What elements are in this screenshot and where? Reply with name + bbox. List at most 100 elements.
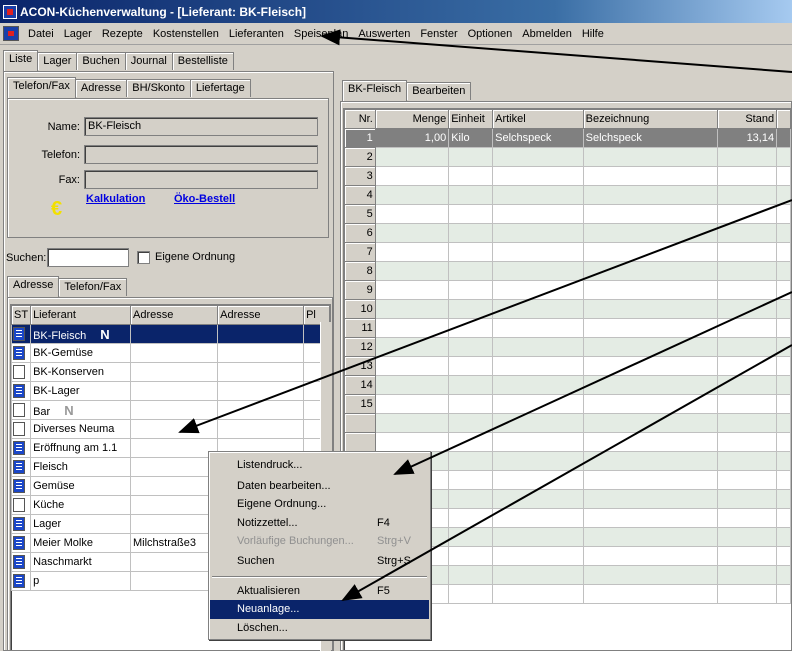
stock-cell[interactable] xyxy=(717,584,778,604)
unit-cell[interactable] xyxy=(448,508,494,528)
article-cell[interactable] xyxy=(492,584,584,604)
menu-abmelden[interactable]: Abmelden xyxy=(517,28,577,40)
menu-item-eigene-ordnung[interactable]: Eigene Ordnung... xyxy=(210,495,429,514)
supplier-name-cell[interactable]: Küche xyxy=(30,495,131,515)
unit-cell[interactable] xyxy=(448,527,494,547)
stock-cell[interactable] xyxy=(717,318,778,338)
address-cell[interactable] xyxy=(129,571,219,591)
address-cell[interactable] xyxy=(129,457,219,477)
unit-cell[interactable] xyxy=(448,299,494,319)
menu-hilfe[interactable]: Hilfe xyxy=(577,28,609,40)
extra-cell[interactable] xyxy=(776,299,791,319)
unit-cell[interactable] xyxy=(448,584,494,604)
table-row[interactable] xyxy=(344,413,791,433)
supplier-name-cell[interactable]: Naschmarkt xyxy=(30,552,131,572)
extra-cell[interactable] xyxy=(776,470,791,490)
article-cell[interactable] xyxy=(492,470,584,490)
quantity-cell[interactable] xyxy=(375,394,450,414)
unit-cell[interactable] xyxy=(448,489,494,509)
unit-cell[interactable] xyxy=(448,565,494,585)
unit-cell[interactable] xyxy=(448,204,494,224)
address-cell[interactable]: Milchstraße3 xyxy=(129,533,219,553)
unit-cell[interactable] xyxy=(448,432,494,452)
quantity-cell[interactable] xyxy=(375,432,450,452)
tab-liste[interactable]: Liste xyxy=(3,50,39,71)
detail-tab-liefertage[interactable]: Liefertage xyxy=(189,79,251,97)
stock-cell[interactable] xyxy=(717,356,778,376)
unit-cell[interactable] xyxy=(448,318,494,338)
description-cell[interactable] xyxy=(583,261,718,281)
supplier-name-cell[interactable]: Gemüse xyxy=(30,476,131,496)
address-cell[interactable] xyxy=(129,514,219,534)
article-cell[interactable] xyxy=(492,242,584,262)
table-row[interactable]: 15 xyxy=(344,394,791,414)
description-cell[interactable] xyxy=(583,280,718,300)
extra-cell[interactable] xyxy=(776,261,791,281)
description-cell[interactable] xyxy=(583,337,718,357)
table-row[interactable]: BK-Gemüse xyxy=(11,343,330,363)
unit-cell[interactable] xyxy=(448,394,494,414)
stock-cell[interactable] xyxy=(717,565,778,585)
quantity-cell[interactable] xyxy=(375,413,450,433)
address-cell[interactable] xyxy=(129,381,219,401)
stock-cell[interactable] xyxy=(717,508,778,528)
extra-cell[interactable] xyxy=(776,128,791,148)
description-cell[interactable] xyxy=(583,223,718,243)
description-cell[interactable] xyxy=(583,565,718,585)
search-input[interactable] xyxy=(47,248,129,267)
article-cell[interactable] xyxy=(492,318,584,338)
description-cell[interactable] xyxy=(583,166,718,186)
unit-cell[interactable] xyxy=(448,375,494,395)
extra-cell[interactable] xyxy=(776,565,791,585)
supplier-name-cell[interactable]: Meier Molke xyxy=(30,533,131,553)
column-header[interactable]: Bezeichnung xyxy=(582,109,718,129)
menu-lieferanten[interactable]: Lieferanten xyxy=(224,28,289,40)
article-cell[interactable] xyxy=(492,375,584,395)
description-cell[interactable] xyxy=(583,185,718,205)
address2-cell[interactable] xyxy=(217,381,305,401)
unit-cell[interactable] xyxy=(448,413,494,433)
quantity-cell[interactable] xyxy=(375,356,450,376)
address-cell[interactable] xyxy=(129,495,219,515)
article-cell[interactable] xyxy=(492,299,584,319)
menu-item-suchen[interactable]: Suchen Strg+S xyxy=(210,552,429,571)
article-cell[interactable] xyxy=(492,261,584,281)
menu-speiseplan[interactable]: Speiseplan xyxy=(289,28,353,40)
detail-tab-adresse[interactable]: Adresse xyxy=(74,79,128,97)
article-cell[interactable] xyxy=(492,394,584,414)
menu-lager[interactable]: Lager xyxy=(59,28,97,40)
supplier-name-cell[interactable]: BK-Konserven xyxy=(30,362,131,382)
extra-cell[interactable] xyxy=(776,204,791,224)
stock-cell[interactable] xyxy=(717,261,778,281)
stock-cell[interactable] xyxy=(717,299,778,319)
column-header[interactable]: Nr. xyxy=(344,109,376,129)
extra-cell[interactable] xyxy=(776,375,791,395)
table-row[interactable]: Bar N xyxy=(11,400,330,420)
address-cell[interactable] xyxy=(129,438,219,458)
extra-cell[interactable] xyxy=(776,223,791,243)
table-row[interactable]: 12 xyxy=(344,337,791,357)
table-row[interactable]: BK-Konserven xyxy=(11,362,330,382)
menu-fenster[interactable]: Fenster xyxy=(415,28,462,40)
extra-cell[interactable] xyxy=(776,394,791,414)
table-row[interactable]: Diverses Neuma xyxy=(11,419,330,439)
right-tab-bearbeiten[interactable]: Bearbeiten xyxy=(406,82,472,100)
menu-item-daten-bearbeiten[interactable]: Daten bearbeiten... xyxy=(210,477,429,496)
description-cell[interactable] xyxy=(583,375,718,395)
address-cell[interactable] xyxy=(129,324,219,344)
supplier-name-cell[interactable]: BK-Lager xyxy=(30,381,131,401)
list-tab-adresse[interactable]: Adresse xyxy=(7,276,60,297)
menu-item-löschen[interactable]: Löschen... xyxy=(210,619,429,638)
column-header[interactable]: Lieferant xyxy=(30,305,131,325)
menu-datei[interactable]: Datei xyxy=(23,28,59,40)
supplier-name-cell[interactable]: Fleisch xyxy=(30,457,131,477)
column-header[interactable]: Adresse xyxy=(129,305,219,325)
extra-cell[interactable] xyxy=(776,489,791,509)
article-cell[interactable] xyxy=(492,166,584,186)
quantity-cell[interactable]: 1,00 xyxy=(375,128,450,148)
address-cell[interactable] xyxy=(129,400,219,420)
quantity-cell[interactable] xyxy=(375,242,450,262)
quantity-cell[interactable] xyxy=(375,337,450,357)
document-icon[interactable] xyxy=(3,26,19,41)
article-cell[interactable]: Selchspeck xyxy=(492,128,584,148)
